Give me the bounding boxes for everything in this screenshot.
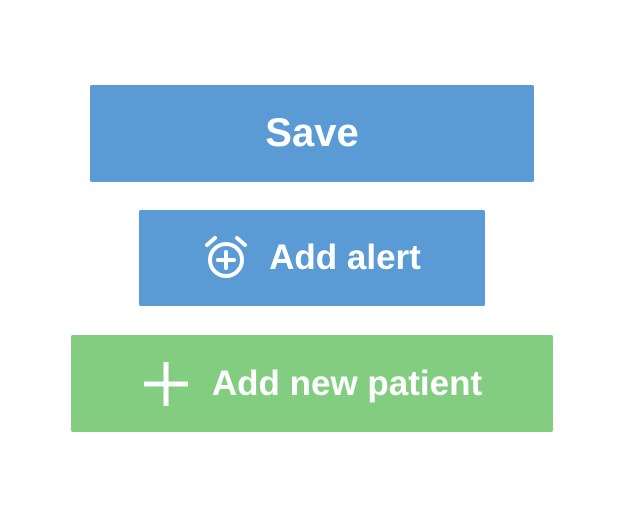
save-button-label: Save bbox=[265, 111, 359, 155]
plus-icon bbox=[142, 360, 190, 408]
add-alert-button[interactable]: Add alert bbox=[139, 210, 485, 306]
add-alert-button-label: Add alert bbox=[269, 238, 421, 277]
add-new-patient-button-label: Add new patient bbox=[211, 363, 483, 403]
save-button[interactable]: Save bbox=[90, 85, 534, 182]
alarm-add-icon bbox=[203, 235, 249, 281]
add-new-patient-button[interactable]: Add new patient bbox=[71, 335, 553, 432]
